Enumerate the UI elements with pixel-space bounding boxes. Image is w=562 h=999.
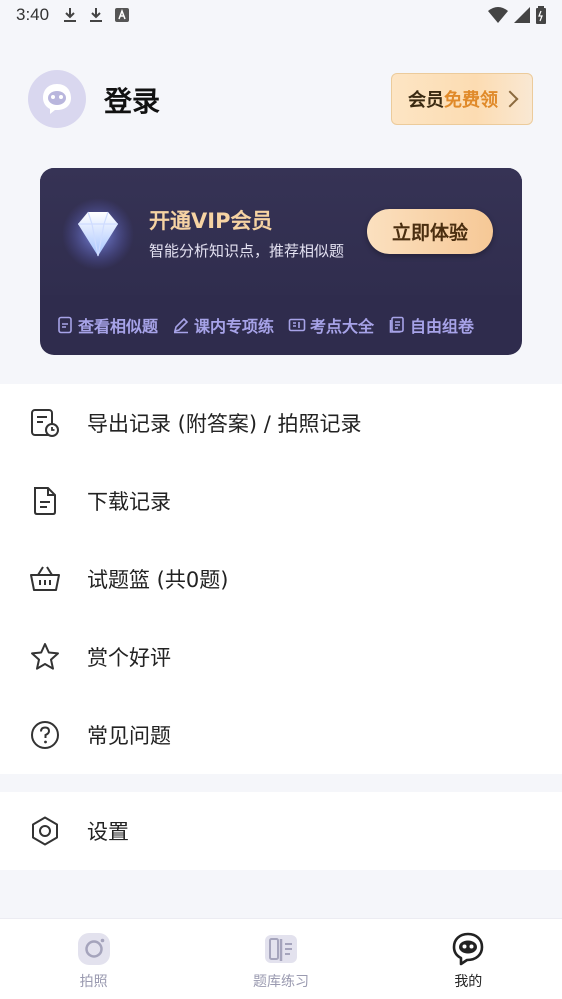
bottom-tab-bar: 拍照 题库练习 我的 <box>0 918 562 999</box>
menu-item-label: 设置 <box>87 820 129 844</box>
pencil-icon <box>173 317 189 334</box>
star-icon <box>28 640 62 674</box>
book-icon <box>264 935 297 963</box>
ticket-icon <box>288 318 306 332</box>
menu-item-settings[interactable]: 设置 <box>0 792 562 870</box>
doc-icon <box>58 316 72 334</box>
member-highlight: 免费领 <box>444 90 498 111</box>
download-icon <box>64 8 77 22</box>
free-member-button[interactable]: 会员 免费领 <box>391 73 533 125</box>
download-icon <box>90 8 103 22</box>
status-bar: 3:40 <box>0 0 562 30</box>
tab-profile[interactable]: 我的 <box>375 919 562 999</box>
feature-class-practice[interactable]: 课内专项练 <box>172 313 274 337</box>
menu-item-label: 赏个好评 <box>87 646 171 670</box>
menu-item-export-records[interactable]: 导出记录 (附答案) / 拍照记录 <box>0 384 562 462</box>
try-now-button[interactable]: 立即体验 <box>367 209 493 254</box>
paper-icon <box>389 316 404 333</box>
menu-list: 导出记录 (附答案) / 拍照记录 下载记录 试题篮 (共0题) 赏个好评 常见… <box>0 384 562 774</box>
tab-label: 题库练习 <box>252 974 309 990</box>
status-time: 3:40 <box>16 5 50 24</box>
login-link[interactable]: 登录 <box>104 80 160 120</box>
feature-key-points[interactable]: 考点大全 <box>288 313 374 337</box>
tab-label: 我的 <box>454 974 483 990</box>
chevron-right-icon <box>501 90 519 108</box>
menu-item-label: 下载记录 <box>87 490 171 514</box>
tab-label: 拍照 <box>79 974 108 990</box>
feature-similar-questions[interactable]: 查看相似题 <box>56 313 158 337</box>
camera-icon <box>77 933 110 965</box>
signal-icon <box>514 7 530 23</box>
vip-features: 查看相似题 课内专项练 考点大全 自由组卷 <box>40 295 522 355</box>
menu-item-faq[interactable]: 常见问题 <box>0 696 562 774</box>
settings-list: 设置 <box>0 792 562 870</box>
battery-icon <box>536 6 546 24</box>
menu-item-label: 导出记录 (附答案) / 拍照记录 <box>87 412 362 436</box>
vip-title: 开通VIP会员 <box>149 209 273 233</box>
vip-card-top: 开通VIP会员 智能分析知识点，推荐相似题 立即体验 <box>40 168 522 295</box>
question-icon <box>28 718 62 752</box>
menu-item-label: 试题篮 (共0题) <box>87 568 229 592</box>
feature-label: 考点大全 <box>310 317 375 336</box>
hexagon-settings-icon <box>28 814 62 848</box>
member-prefix: 会员 <box>408 90 444 111</box>
vip-card[interactable]: 开通VIP会员 智能分析知识点，推荐相似题 立即体验 查看相似题 课内专项练 考… <box>40 168 522 355</box>
profile-header: 登录 会员 免费领 <box>0 58 562 142</box>
avatar-face-icon <box>43 84 71 114</box>
vip-subtitle: 智能分析知识点，推荐相似题 <box>149 242 345 260</box>
menu-item-label: 常见问题 <box>87 724 171 748</box>
feature-free-paper[interactable]: 自由组卷 <box>388 313 474 337</box>
profile-icon <box>453 932 484 966</box>
avatar[interactable] <box>28 70 86 128</box>
diamond-icon <box>62 198 134 270</box>
menu-item-downloads[interactable]: 下载记录 <box>0 462 562 540</box>
wifi-icon <box>488 7 508 23</box>
menu-item-question-basket[interactable]: 试题篮 (共0题) <box>0 540 562 618</box>
file-icon <box>28 484 62 518</box>
feature-label: 查看相似题 <box>78 317 159 336</box>
feature-label: 课内专项练 <box>194 317 275 336</box>
a-icon <box>115 8 130 22</box>
export-record-icon <box>28 406 62 440</box>
tab-camera[interactable]: 拍照 <box>0 919 187 999</box>
feature-label: 自由组卷 <box>410 317 475 336</box>
menu-item-rate-app[interactable]: 赏个好评 <box>0 618 562 696</box>
basket-icon <box>28 562 62 596</box>
tab-question-bank[interactable]: 题库练习 <box>187 919 374 999</box>
